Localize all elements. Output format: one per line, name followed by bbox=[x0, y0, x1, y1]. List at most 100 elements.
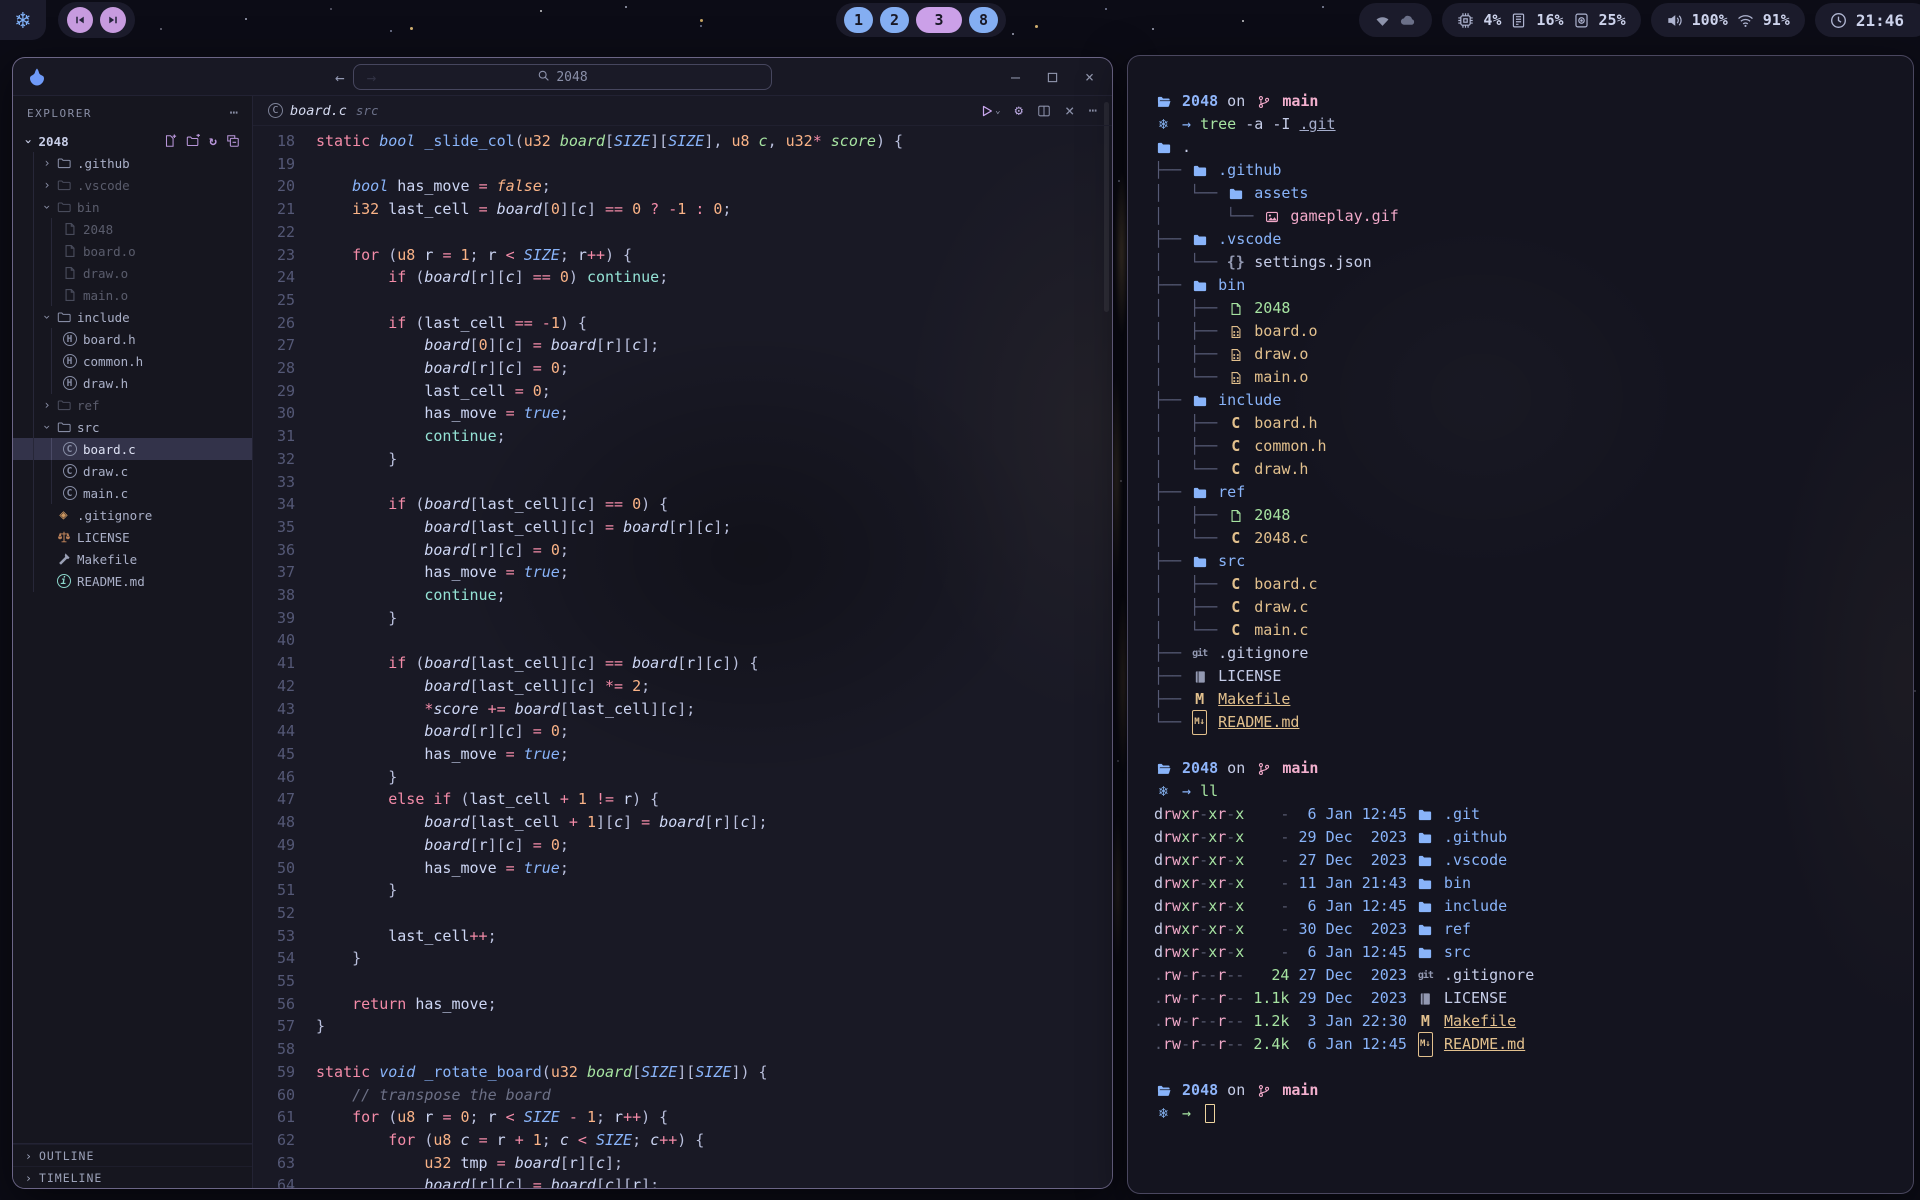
code-line[interactable]: 51 } bbox=[253, 879, 1112, 902]
code-line[interactable]: 50 has_move = true; bbox=[253, 857, 1112, 880]
code-editor[interactable]: 18static bool _slide_col(u32 board[SIZE]… bbox=[253, 126, 1112, 1188]
clock-pill[interactable]: 21:46 bbox=[1815, 3, 1920, 37]
explorer-item-gitignore[interactable]: ◈.gitignore bbox=[13, 504, 252, 526]
workspace-3-active[interactable]: 3 bbox=[916, 7, 962, 33]
code-line[interactable]: 44 board[r][c] = 0; bbox=[253, 720, 1112, 743]
code-line[interactable]: 30 has_move = true; bbox=[253, 402, 1112, 425]
code-line[interactable]: 29 last_cell = 0; bbox=[253, 380, 1112, 403]
back-icon[interactable]: ← bbox=[335, 68, 345, 87]
code-line[interactable]: 52 bbox=[253, 902, 1112, 925]
explorer-item-vscode[interactable]: ›.vscode bbox=[13, 174, 252, 196]
minimize-icon[interactable]: — bbox=[1011, 68, 1020, 86]
nix-launcher-button[interactable]: ❄ bbox=[0, 0, 46, 40]
code-line[interactable]: 31 continue; bbox=[253, 425, 1112, 448]
explorer-item-Makefile[interactable]: Makefile bbox=[13, 548, 252, 570]
code-line[interactable]: 63 u32 tmp = board[r][c]; bbox=[253, 1152, 1112, 1175]
code-line[interactable]: 20 bool has_move = false; bbox=[253, 175, 1112, 198]
code-line[interactable]: 42 board[last_cell][c] *= 2; bbox=[253, 675, 1112, 698]
explorer-item-draw-h[interactable]: Hdraw.h bbox=[13, 372, 252, 394]
system-stats-pill[interactable]: 4% 16% 25% bbox=[1442, 3, 1640, 37]
explorer-item-main-c[interactable]: Cmain.c bbox=[13, 482, 252, 504]
new-folder-icon[interactable] bbox=[186, 134, 200, 148]
editor-titlebar[interactable]: ← → 2048 — × bbox=[13, 58, 1112, 96]
explorer-item-draw-o[interactable]: draw.o bbox=[13, 262, 252, 284]
code-line[interactable]: 28 board[r][c] = 0; bbox=[253, 357, 1112, 380]
collapse-all-icon[interactable] bbox=[226, 134, 240, 148]
code-line[interactable]: 57} bbox=[253, 1015, 1112, 1038]
explorer-item-board-c[interactable]: Cboard.c bbox=[13, 438, 252, 460]
explorer-item-common-h[interactable]: Hcommon.h bbox=[13, 350, 252, 372]
explorer-item-draw-c[interactable]: Cdraw.c bbox=[13, 460, 252, 482]
explorer-item-board-h[interactable]: Hboard.h bbox=[13, 328, 252, 350]
explorer-root-folder[interactable]: › 2048 ↻ bbox=[13, 130, 252, 152]
explorer-item-2048[interactable]: 2048 bbox=[13, 218, 252, 240]
code-line[interactable]: 46 } bbox=[253, 766, 1112, 789]
workspace-8[interactable]: 8 bbox=[969, 7, 998, 33]
code-line[interactable]: 47 else if (last_cell + 1 != r) { bbox=[253, 788, 1112, 811]
code-line[interactable]: 53 last_cell++; bbox=[253, 925, 1112, 948]
code-line[interactable]: 60 // transpose the board bbox=[253, 1084, 1112, 1107]
refresh-icon[interactable]: ↻ bbox=[209, 134, 217, 149]
code-line[interactable]: 40 bbox=[253, 629, 1112, 652]
code-line[interactable]: 22 bbox=[253, 221, 1112, 244]
explorer-item-ref[interactable]: ›ref bbox=[13, 394, 252, 416]
code-line[interactable]: 23 for (u8 r = 1; r < SIZE; r++) { bbox=[253, 244, 1112, 267]
code-line[interactable]: 49 board[r][c] = 0; bbox=[253, 834, 1112, 857]
code-line[interactable]: 61 for (u8 r = 0; r < SIZE - 1; r++) { bbox=[253, 1106, 1112, 1129]
code-line[interactable]: 33 bbox=[253, 471, 1112, 494]
explorer-item-LICENSE[interactable]: LICENSE bbox=[13, 526, 252, 548]
code-line[interactable]: 56 return has_move; bbox=[253, 993, 1112, 1016]
code-line[interactable]: 45 has_move = true; bbox=[253, 743, 1112, 766]
code-line[interactable]: 39 } bbox=[253, 607, 1112, 630]
terminal-content[interactable]: 2048 on main❄ → tree -a -I .git .├── .gi… bbox=[1154, 90, 1903, 1185]
code-line[interactable]: 27 board[0][c] = board[r][c]; bbox=[253, 334, 1112, 357]
code-line[interactable]: 36 board[r][c] = 0; bbox=[253, 539, 1112, 562]
outline-panel[interactable]: › OUTLINE bbox=[13, 1144, 252, 1166]
network-pill[interactable] bbox=[1359, 3, 1432, 37]
explorer-item-main-o[interactable]: main.o bbox=[13, 284, 252, 306]
code-line[interactable]: 32 } bbox=[253, 448, 1112, 471]
gear-icon[interactable]: ⚙ bbox=[1014, 103, 1022, 119]
media-next-button[interactable] bbox=[100, 7, 126, 33]
run-button[interactable]: ⌄ bbox=[980, 104, 1000, 118]
code-line[interactable]: 41 if (board[last_cell][c] == board[r][c… bbox=[253, 652, 1112, 675]
code-line[interactable]: 54 } bbox=[253, 947, 1112, 970]
code-line[interactable]: 25 bbox=[253, 289, 1112, 312]
code-line[interactable]: 58 bbox=[253, 1038, 1112, 1061]
explorer-item-README-md[interactable]: iREADME.md bbox=[13, 570, 252, 592]
code-line[interactable]: 18static bool _slide_col(u32 board[SIZE]… bbox=[253, 130, 1112, 153]
maximize-icon[interactable] bbox=[1047, 72, 1058, 83]
close-tab-icon[interactable]: × bbox=[1065, 101, 1075, 120]
code-line[interactable]: 34 if (board[last_cell][c] == 0) { bbox=[253, 493, 1112, 516]
code-line[interactable]: 26 if (last_cell == -1) { bbox=[253, 312, 1112, 335]
split-editor-icon[interactable] bbox=[1037, 104, 1051, 118]
explorer-item-github[interactable]: ›.github bbox=[13, 152, 252, 174]
explorer-item-include[interactable]: ›include bbox=[13, 306, 252, 328]
explorer-item-bin[interactable]: ›bin bbox=[13, 196, 252, 218]
code-line[interactable]: 35 board[last_cell][c] = board[r][c]; bbox=[253, 516, 1112, 539]
close-icon[interactable]: × bbox=[1085, 68, 1094, 86]
audio-network-pill[interactable]: 100% 91% bbox=[1651, 3, 1805, 37]
timeline-panel[interactable]: › TIMELINE bbox=[13, 1166, 252, 1188]
code-line[interactable]: 64 board[r][c] = board[c][r]; bbox=[253, 1174, 1112, 1188]
code-line[interactable]: 59static void _rotate_board(u32 board[SI… bbox=[253, 1061, 1112, 1084]
code-line[interactable]: 38 continue; bbox=[253, 584, 1112, 607]
tab-file-name[interactable]: board.c bbox=[290, 103, 347, 119]
workspace-1[interactable]: 1 bbox=[844, 7, 873, 33]
workspace-2[interactable]: 2 bbox=[880, 7, 909, 33]
code-line[interactable]: 19 bbox=[253, 153, 1112, 176]
command-center-search[interactable]: 2048 bbox=[353, 64, 772, 90]
new-file-icon[interactable] bbox=[163, 134, 177, 148]
media-prev-button[interactable] bbox=[67, 7, 93, 33]
explorer-more-icon[interactable]: ⋯ bbox=[230, 105, 238, 121]
code-line[interactable]: 55 bbox=[253, 970, 1112, 993]
code-line[interactable]: 48 board[last_cell + 1][c] = board[r][c]… bbox=[253, 811, 1112, 834]
code-line[interactable]: 37 has_move = true; bbox=[253, 561, 1112, 584]
more-actions-icon[interactable]: ⋯ bbox=[1089, 103, 1098, 119]
code-line[interactable]: 24 if (board[r][c] == 0) continue; bbox=[253, 266, 1112, 289]
explorer-item-board-o[interactable]: board.o bbox=[13, 240, 252, 262]
code-line[interactable]: 43 *score += board[last_cell][c]; bbox=[253, 698, 1112, 721]
code-line[interactable]: 21 i32 last_cell = board[0][c] == 0 ? -1… bbox=[253, 198, 1112, 221]
code-line[interactable]: 62 for (u8 c = r + 1; c < SIZE; c++) { bbox=[253, 1129, 1112, 1152]
explorer-item-src[interactable]: ›src bbox=[13, 416, 252, 438]
